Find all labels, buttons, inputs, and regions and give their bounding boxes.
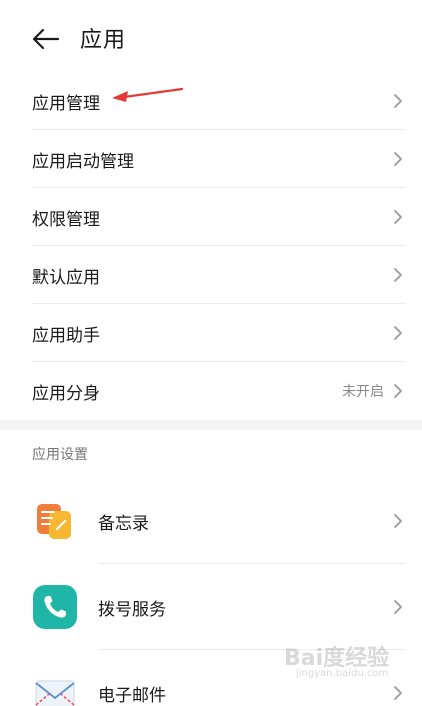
section-separator [0,420,422,430]
chevron-right-icon [394,326,402,340]
chevron-right-icon [394,210,402,224]
menu-item-app-twin[interactable]: 应用分身 未开启 [0,362,422,420]
menu-item-label: 应用分身 [32,383,100,404]
back-button[interactable] [28,24,64,54]
menu-item-app-launch-management[interactable]: 应用启动管理 [0,130,422,188]
menu-item-app-management[interactable]: 应用管理 [0,72,422,130]
chevron-right-icon [394,600,402,614]
status-text: 未开启 [342,384,384,400]
menu-item-label: 应用启动管理 [32,151,134,172]
chevron-right-icon [394,384,402,398]
app-settings-menu: 应用管理 应用启动管理 权限管理 默认应用 应用助手 应用分身 未开启 [0,72,422,420]
chevron-right-icon [394,268,402,282]
chevron-right-icon [394,514,402,528]
menu-item-label: 默认应用 [32,267,100,288]
menu-item-permission-management[interactable]: 权限管理 [0,188,422,246]
notepad-icon [33,499,77,543]
menu-item-label: 权限管理 [32,209,100,230]
app-item-dialer[interactable]: 拨号服务 [0,564,422,650]
app-item-notepad[interactable]: 备忘录 [0,478,422,564]
section-title: 应用设置 [32,447,88,463]
menu-item-app-assistant[interactable]: 应用助手 [0,304,422,362]
app-item-label: 拨号服务 [98,599,166,620]
app-item-label: 电子邮件 [98,685,166,706]
menu-item-label: 应用管理 [32,93,100,114]
phone-icon [33,585,77,629]
chevron-right-icon [394,152,402,166]
red-arrow-annotation [112,87,184,102]
back-arrow-icon [32,28,60,50]
watermark-sub: jingyan.baidu.com [296,668,389,679]
mail-icon [33,671,77,706]
menu-item-default-apps[interactable]: 默认应用 [0,246,422,304]
chevron-right-icon [394,94,402,108]
app-item-label: 备忘录 [98,513,149,534]
chevron-right-icon [394,686,402,700]
menu-item-label: 应用助手 [32,325,100,346]
header: 应用 [0,0,422,76]
page-title: 应用 [80,28,127,53]
watermark: Bai度经验 jingyan.baidu.com [284,640,394,686]
